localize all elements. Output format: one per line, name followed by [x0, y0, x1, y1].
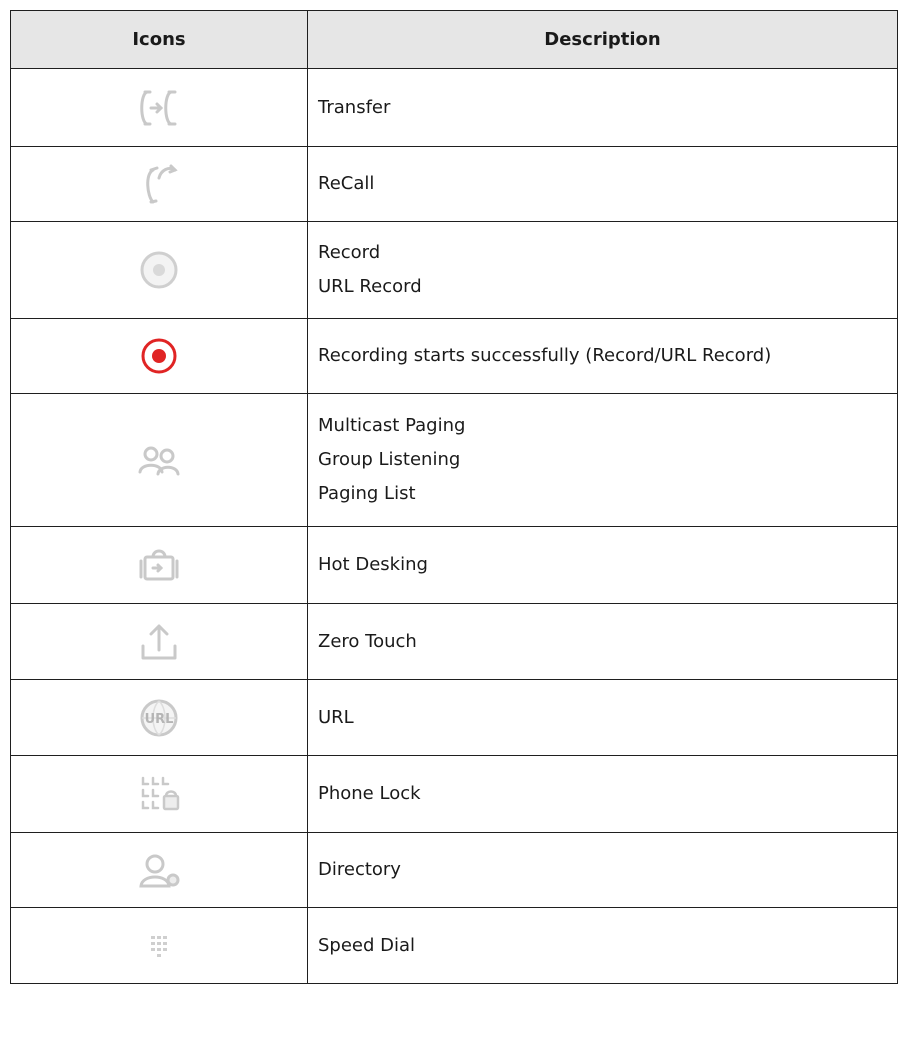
- description-text: Transfer: [318, 96, 391, 118]
- description-text: Hot Desking: [318, 554, 428, 575]
- table-row: Directory: [10, 832, 898, 908]
- header-description: Description: [307, 10, 898, 69]
- phone-lock-icon: [131, 766, 187, 822]
- description-text: URL Record: [318, 276, 422, 297]
- table-row: Zero Touch: [10, 603, 898, 680]
- table-row: Record URL Record: [10, 221, 898, 319]
- description-text: Recording starts successfully (Record/UR…: [318, 345, 772, 366]
- zero-touch-icon: [131, 614, 187, 670]
- directory-icon: [131, 842, 187, 898]
- table-row: ReCall: [10, 146, 898, 222]
- header-icons: Icons: [10, 10, 308, 69]
- table-row: Transfer: [10, 68, 898, 147]
- speed-dial-icon: [131, 918, 187, 974]
- svg-text:URL: URL: [145, 712, 174, 727]
- description-text: Directory: [318, 859, 401, 880]
- url-icon: URL: [131, 690, 187, 746]
- description-text: URL: [318, 706, 354, 728]
- table-row: Phone Lock: [10, 755, 898, 833]
- recording-active-icon: [131, 328, 187, 384]
- recall-icon: [131, 156, 187, 212]
- transfer-icon: [131, 80, 187, 136]
- description-text: Zero Touch: [318, 630, 417, 652]
- description-text: Record: [318, 242, 381, 263]
- description-text: Speed Dial: [318, 934, 416, 956]
- paging-group-icon: [131, 432, 187, 488]
- table-row: Speed Dial: [10, 907, 898, 984]
- record-icon: [131, 242, 187, 298]
- icons-description-table: Icons Description Transfer ReCall Record…: [10, 10, 898, 984]
- description-text: Paging List: [318, 483, 416, 504]
- table-row: Multicast Paging Group Listening Paging …: [10, 393, 898, 527]
- description-text: Multicast Paging: [318, 415, 466, 436]
- description-text: Group Listening: [318, 449, 461, 470]
- table-row: Recording starts successfully (Record/UR…: [10, 318, 898, 394]
- table-row: Hot Desking: [10, 526, 898, 604]
- table-header-row: Icons Description: [10, 10, 898, 69]
- description-text: ReCall: [318, 173, 375, 194]
- hot-desking-icon: [131, 537, 187, 593]
- table-row: URL URL: [10, 679, 898, 756]
- description-text: Phone Lock: [318, 783, 421, 804]
